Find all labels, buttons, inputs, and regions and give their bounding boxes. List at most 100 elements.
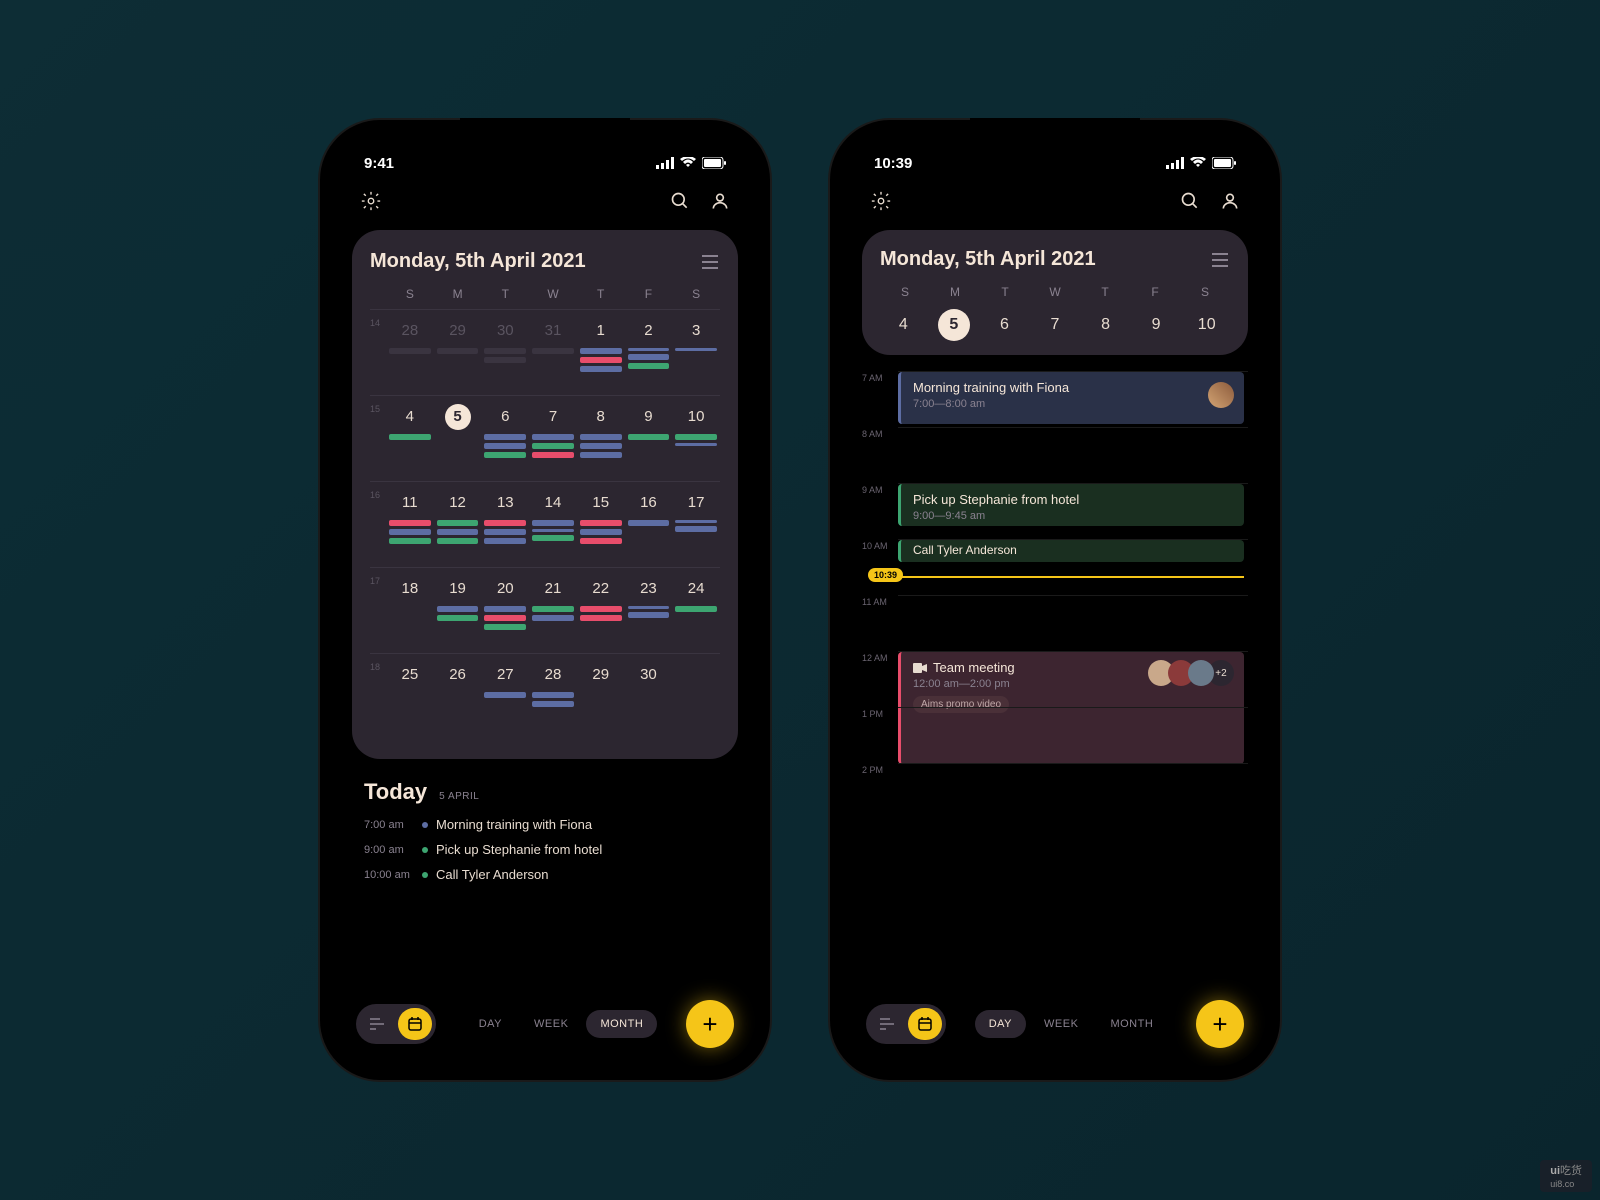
- strip-day-number: 9: [1140, 309, 1172, 341]
- view-tab-day[interactable]: DAY: [465, 1010, 516, 1038]
- strip-day[interactable]: 10: [1183, 309, 1230, 341]
- day-cell[interactable]: 8: [577, 402, 625, 481]
- view-tab-day[interactable]: DAY: [975, 1010, 1026, 1038]
- profile-icon[interactable]: [1220, 191, 1240, 211]
- time-row: 7 AM Morning training with Fiona 7:00—8:…: [862, 371, 1248, 427]
- add-button[interactable]: +: [1196, 1000, 1244, 1048]
- settings-icon[interactable]: [870, 190, 892, 212]
- day-cell[interactable]: 20: [481, 574, 529, 653]
- week-row: 18 25 26 27 28 29 30: [370, 653, 720, 739]
- avatar: [1188, 660, 1214, 686]
- day-cell[interactable]: 13: [481, 488, 529, 567]
- day-cell[interactable]: 25: [386, 660, 434, 739]
- day-number: 27: [492, 662, 518, 688]
- list-mode-button[interactable]: [360, 1008, 394, 1040]
- day-number: 21: [540, 576, 566, 602]
- time-row: 1 PM: [862, 707, 1248, 763]
- day-cell[interactable]: 28: [386, 316, 434, 395]
- day-cell[interactable]: 21: [529, 574, 577, 653]
- day-cell[interactable]: 29: [577, 660, 625, 739]
- event-dot: [422, 822, 428, 828]
- time-slot[interactable]: Call Tyler Anderson 10:39: [898, 539, 1248, 595]
- event-text: Call Tyler Anderson: [436, 867, 549, 882]
- today-item[interactable]: 10:00 am Call Tyler Anderson: [364, 867, 726, 882]
- strip-day[interactable]: 5: [931, 309, 978, 341]
- day-cell[interactable]: [672, 660, 720, 739]
- weekday-label: S: [1180, 285, 1230, 299]
- signal-icon: [656, 157, 674, 169]
- day-cell[interactable]: 6: [481, 402, 529, 481]
- time-slot[interactable]: Morning training with Fiona 7:00—8:00 am: [898, 371, 1248, 427]
- event-block[interactable]: Pick up Stephanie from hotel 9:00—9:45 a…: [898, 484, 1244, 526]
- settings-icon[interactable]: [360, 190, 382, 212]
- bottom-bar: DAYWEEKMONTH +: [334, 1000, 756, 1048]
- day-cell[interactable]: 24: [672, 574, 720, 653]
- day-cell[interactable]: 1: [577, 316, 625, 395]
- list-mode-button[interactable]: [870, 1008, 904, 1040]
- calendar-mode-button[interactable]: [398, 1008, 432, 1040]
- day-cell[interactable]: 9: [625, 402, 673, 481]
- calendar-mode-button[interactable]: [908, 1008, 942, 1040]
- day-cell[interactable]: 23: [625, 574, 673, 653]
- day-cell[interactable]: 5: [434, 402, 482, 481]
- time-label: 10 AM: [862, 539, 898, 595]
- week-number: 18: [370, 660, 386, 739]
- search-icon[interactable]: [1180, 191, 1200, 211]
- day-cell[interactable]: 19: [434, 574, 482, 653]
- day-cell[interactable]: 27: [481, 660, 529, 739]
- day-cell[interactable]: 22: [577, 574, 625, 653]
- day-cell[interactable]: 28: [529, 660, 577, 739]
- today-item[interactable]: 7:00 am Morning training with Fiona: [364, 817, 726, 832]
- time-slot[interactable]: [898, 427, 1248, 483]
- strip-day-number: 8: [1090, 309, 1122, 341]
- time-slot[interactable]: [898, 763, 1248, 819]
- day-cell[interactable]: 17: [672, 488, 720, 567]
- time-row: 10 AM Call Tyler Anderson 10:39: [862, 539, 1248, 595]
- day-cell[interactable]: 15: [577, 488, 625, 567]
- strip-day[interactable]: 4: [880, 309, 927, 341]
- today-item[interactable]: 9:00 am Pick up Stephanie from hotel: [364, 842, 726, 857]
- day-cell[interactable]: 7: [529, 402, 577, 481]
- day-cell[interactable]: 4: [386, 402, 434, 481]
- day-cell[interactable]: 31: [529, 316, 577, 395]
- event-text: Pick up Stephanie from hotel: [436, 842, 602, 857]
- view-tab-week[interactable]: WEEK: [1030, 1010, 1092, 1038]
- day-cell[interactable]: 10: [672, 402, 720, 481]
- event-title: Morning training with Fiona: [913, 380, 1232, 395]
- day-cell[interactable]: 26: [434, 660, 482, 739]
- day-number: 11: [397, 490, 423, 516]
- event-block[interactable]: Morning training with Fiona 7:00—8:00 am: [898, 372, 1244, 424]
- time-slot[interactable]: Pick up Stephanie from hotel 9:00—9:45 a…: [898, 483, 1248, 539]
- strip-day[interactable]: 6: [981, 309, 1028, 341]
- view-tab-month[interactable]: MONTH: [586, 1010, 657, 1038]
- day-cell[interactable]: 18: [386, 574, 434, 653]
- today-date: 5 APRIL: [439, 791, 479, 802]
- event-time: 9:00—9:45 am: [913, 510, 1232, 522]
- event-title: Pick up Stephanie from hotel: [913, 492, 1232, 507]
- day-cell[interactable]: 12: [434, 488, 482, 567]
- strip-day[interactable]: 7: [1032, 309, 1079, 341]
- day-cell[interactable]: 30: [481, 316, 529, 395]
- time-label: 12 AM: [862, 651, 898, 707]
- time-slot[interactable]: Team meeting 12:00 am—2:00 pm Aims promo…: [898, 651, 1248, 707]
- view-tab-month[interactable]: MONTH: [1096, 1010, 1167, 1038]
- add-button[interactable]: +: [686, 1000, 734, 1048]
- time-slot[interactable]: [898, 595, 1248, 651]
- event-block[interactable]: Call Tyler Anderson: [898, 540, 1244, 562]
- strip-day[interactable]: 8: [1082, 309, 1129, 341]
- day-cell[interactable]: 16: [625, 488, 673, 567]
- search-icon[interactable]: [670, 191, 690, 211]
- day-cell[interactable]: 14: [529, 488, 577, 567]
- day-cell[interactable]: 29: [434, 316, 482, 395]
- day-cell[interactable]: 30: [625, 660, 673, 739]
- time-slot[interactable]: [898, 707, 1248, 763]
- day-cell[interactable]: 11: [386, 488, 434, 567]
- day-number: 24: [683, 576, 709, 602]
- strip-day[interactable]: 9: [1133, 309, 1180, 341]
- view-tab-week[interactable]: WEEK: [520, 1010, 582, 1038]
- profile-icon[interactable]: [710, 191, 730, 211]
- day-cell[interactable]: 3: [672, 316, 720, 395]
- day-cell[interactable]: 2: [625, 316, 673, 395]
- menu-icon[interactable]: [700, 254, 720, 270]
- menu-icon[interactable]: [1210, 252, 1230, 268]
